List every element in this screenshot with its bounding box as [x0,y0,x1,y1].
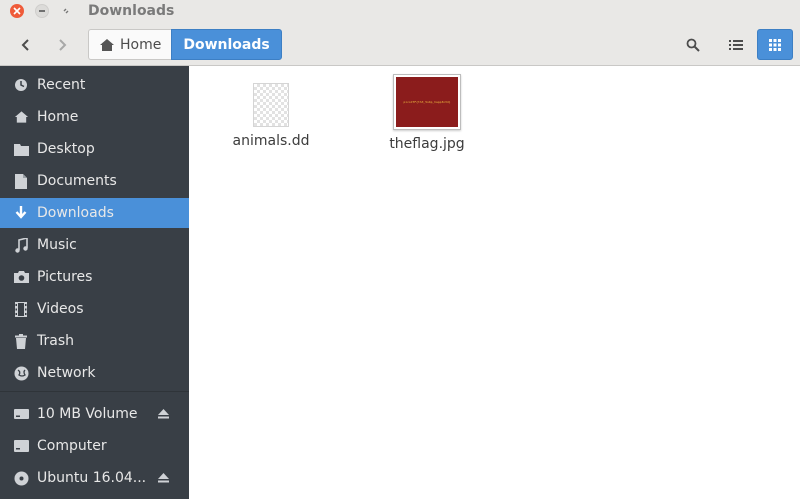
sidebar-item-label: Network [37,365,96,381]
eject-icon[interactable] [156,407,170,421]
download-icon [13,205,29,221]
folder-icon [13,141,29,157]
sidebar-item-trash[interactable]: Trash [0,326,189,356]
sidebar-item-label: Trash [37,333,74,349]
camera-icon [13,269,29,285]
drive-icon [13,406,29,422]
minimize-icon [39,10,45,12]
network-icon [13,365,29,381]
sidebar-item-label: 10 MB Volume [37,406,138,422]
home-icon [100,38,114,51]
sidebar-device-ubuntu[interactable]: Ubuntu 16.04... [0,463,189,493]
disc-icon [13,470,29,486]
sidebar-item-label: Ubuntu 16.04... [37,470,147,486]
file-view: animals.dd picoCTF{th3_5n4p_happ3n3d} th… [189,66,800,499]
sidebar-item-desktop[interactable]: Desktop [0,134,189,164]
sidebar-item-documents[interactable]: Documents [0,166,189,196]
file-name: theflag.jpg [389,136,465,152]
thumbnail-content: picoCTF{th3_5n4p_happ3n3d} [396,77,458,127]
maximize-window-button[interactable] [59,4,73,18]
title-bar: Downloads [0,0,800,24]
sidebar-item-pictures[interactable]: Pictures [0,262,189,292]
document-icon [13,173,29,189]
sidebar-item-label: Desktop [37,141,95,157]
sidebar-item-recent[interactable]: Recent [0,70,189,100]
home-icon [13,109,29,125]
sidebar-device-10mb-volume[interactable]: 10 MB Volume [0,399,189,429]
toolbar: Home Downloads [0,24,800,66]
sidebar-item-music[interactable]: Music [0,230,189,260]
close-icon [13,7,21,15]
breadcrumb-current-label: Downloads [183,36,270,53]
chevron-left-icon [21,39,29,51]
grid-icon [769,38,781,51]
sidebar-item-label: Recent [37,77,86,93]
file-item[interactable]: picoCTF{th3_5n4p_happ3n3d} theflag.jpg [372,66,482,152]
sidebar-item-label: Home [37,109,79,125]
generic-file-icon [253,83,289,127]
sidebar-item-label: Computer [37,438,107,454]
close-window-button[interactable] [10,4,24,18]
sidebar-item-label: Downloads [37,205,114,221]
list-view-button[interactable] [720,29,752,60]
sidebar-separator [0,391,189,392]
sidebar-item-home[interactable]: Home [0,102,189,132]
trash-icon [13,333,29,349]
grid-view-button[interactable] [757,29,793,60]
sidebar-item-label: Videos [37,301,84,317]
clock-icon [13,77,29,93]
search-button[interactable] [677,29,709,60]
sidebar-item-label: Documents [37,173,117,189]
sidebar: Recent Home Desktop Documents Downloads … [0,66,189,499]
sidebar-device-computer[interactable]: Computer [0,431,189,461]
maximize-icon [63,8,69,14]
computer-icon [13,438,29,454]
list-icon [729,39,743,50]
chevron-right-icon [59,39,67,51]
sidebar-item-network[interactable]: Network [0,358,189,388]
music-icon [13,237,29,253]
breadcrumb-home[interactable]: Home [88,29,172,60]
file-name: animals.dd [232,133,310,149]
sidebar-item-label: Music [37,237,77,253]
film-icon [13,301,29,317]
thumbnail-text: picoCTF{th3_5n4p_happ3n3d} [403,100,451,104]
breadcrumb: Home Downloads [88,29,282,60]
image-thumbnail: picoCTF{th3_5n4p_happ3n3d} [393,74,461,130]
breadcrumb-home-label: Home [120,36,162,53]
window-title: Downloads [88,3,175,19]
sidebar-item-videos[interactable]: Videos [0,294,189,324]
search-icon [686,38,700,52]
minimize-window-button[interactable] [35,4,49,18]
sidebar-item-label: Pictures [37,269,93,285]
back-button[interactable] [15,34,37,56]
eject-icon[interactable] [156,471,170,485]
breadcrumb-current[interactable]: Downloads [171,29,282,60]
sidebar-item-downloads[interactable]: Downloads [0,198,189,228]
file-item[interactable]: animals.dd [216,66,326,149]
forward-button[interactable] [51,34,73,56]
